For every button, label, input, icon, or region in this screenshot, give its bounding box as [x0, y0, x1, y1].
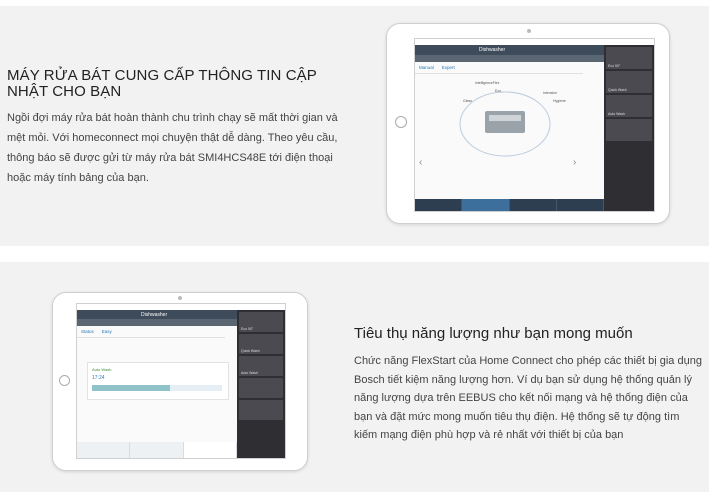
- option-label: Glass: [463, 99, 472, 103]
- progress-track: [92, 385, 222, 391]
- app-title: Dishwasher: [141, 311, 168, 318]
- chevron-left-icon: ‹: [419, 157, 423, 168]
- home-button-icon: [59, 375, 70, 386]
- program-status-label: Auto Wash: [92, 367, 112, 372]
- program-panel: Auto Wash 17:24: [87, 362, 229, 400]
- program-diagram: [459, 91, 551, 157]
- sidebar-card: [239, 400, 283, 420]
- app-title: Dishwasher: [479, 47, 506, 53]
- tab-manual: Manual: [419, 65, 434, 70]
- tablet-image-bottom: Dishwasher Status Easy Auto Wash 17:24 E…: [52, 292, 308, 471]
- tab-status: Status: [81, 329, 94, 334]
- sidebar-card: Auto Wash: [239, 356, 283, 376]
- tablet-image-top: Dishwasher Manual Expert IntelligenceFle…: [386, 23, 670, 224]
- sidebar-card: [606, 119, 652, 141]
- sidebar-card: [239, 378, 283, 398]
- program-time: 17:24: [92, 375, 105, 381]
- section1-heading: MÁY RỬA BÁT CUNG CẤP THÔNG TIN CẬP NHẬT …: [7, 67, 317, 100]
- tablet-screen: Dishwasher Manual Expert IntelligenceFle…: [414, 38, 655, 212]
- bottom-nav-item: [462, 199, 510, 211]
- bottom-nav-item: [77, 442, 131, 458]
- sidebar-card: Eco 50°: [606, 47, 652, 69]
- bottom-nav-bar: [415, 199, 604, 211]
- home-button-icon: [395, 116, 407, 128]
- bottom-nav-item: [183, 442, 237, 458]
- tab-bar: Status Easy: [77, 326, 225, 338]
- sidebar-panel: Eco 50° Quick Wash Auto Wash: [237, 310, 285, 458]
- option-label: Intensive: [543, 91, 558, 95]
- bottom-nav-item: [510, 199, 557, 211]
- section2-heading: Tiêu thụ năng lượng như bạn mong muốn: [354, 325, 633, 342]
- sidebar-card: Auto Wash: [606, 95, 652, 117]
- section1-body: Ngồi đợi máy rửa bát hoàn thành chu trìn…: [7, 112, 338, 184]
- progress-fill: [92, 385, 170, 391]
- bottom-nav-bar: [77, 442, 237, 458]
- chevron-right-icon: ›: [573, 157, 577, 168]
- tab-bar: Manual Expert: [415, 62, 583, 74]
- option-label: IntelligenceFlex: [475, 81, 500, 85]
- option-label: Eco: [495, 89, 502, 93]
- camera-icon: [178, 296, 182, 300]
- bottom-nav-item: [130, 442, 184, 458]
- camera-icon: [527, 29, 531, 33]
- tab-expert: Expert: [441, 65, 455, 70]
- sidebar-card: Eco 50°: [239, 312, 283, 332]
- tab-easy: Easy: [101, 329, 112, 334]
- sidebar-card: Quick Wash: [239, 334, 283, 354]
- sidebar-panel: Eco 50° Quick Wash Auto Wash: [604, 45, 654, 211]
- sidebar-card: Quick Wash: [606, 71, 652, 93]
- tablet-screen: Dishwasher Status Easy Auto Wash 17:24 E…: [76, 303, 286, 459]
- bottom-nav-item: [415, 199, 463, 211]
- option-label: Hygiene: [553, 99, 566, 103]
- section2-body: Chức năng FlexStart của Home Connect cho…: [354, 355, 702, 441]
- bottom-nav-item: [557, 199, 604, 211]
